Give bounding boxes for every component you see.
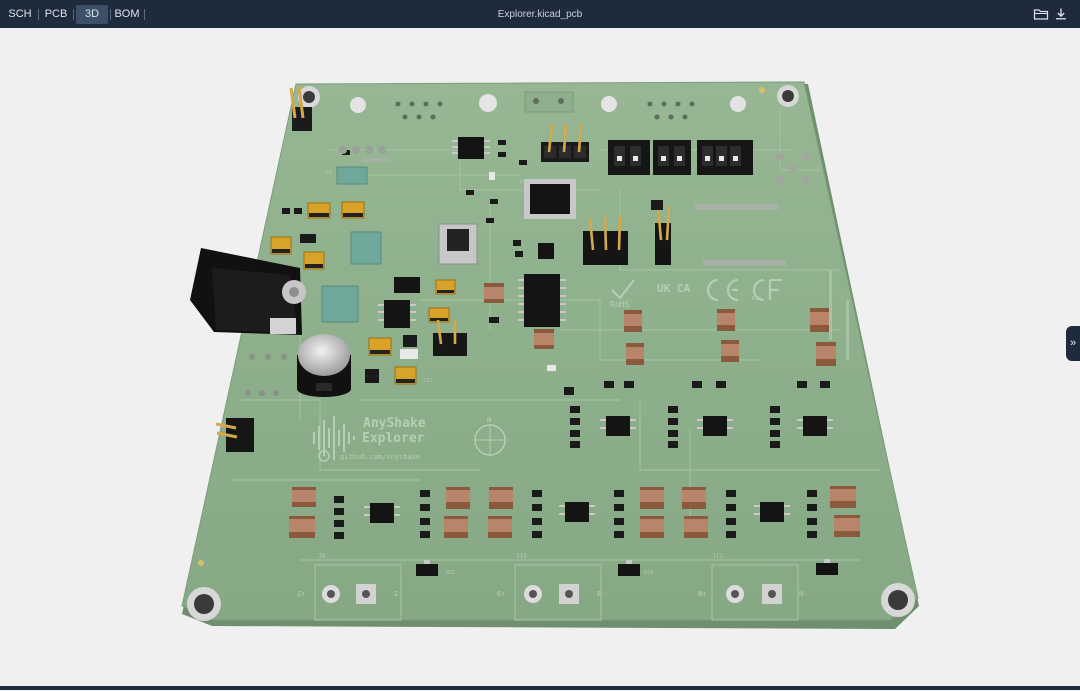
tactile-switch <box>438 223 478 265</box>
logo-line-2: Explorer <box>362 431 425 446</box>
tab-divider <box>38 9 39 20</box>
tab-divider <box>144 9 145 20</box>
tab-sch[interactable]: SCH <box>4 5 36 24</box>
pin-label-z-minus: Z- <box>394 590 402 598</box>
logo-line-1: AnyShake <box>363 416 426 431</box>
cert-ukca: UK CA <box>657 282 690 295</box>
dip-switch <box>608 140 753 175</box>
ref-r83: R83 <box>752 296 761 302</box>
pin-label-e-plus: E+ <box>497 590 505 598</box>
north-label: N <box>487 416 491 424</box>
tab-divider <box>73 9 74 20</box>
pin-label-z-plus: Z+ <box>297 590 305 598</box>
folder-open-icon[interactable] <box>1033 6 1049 22</box>
ref-d22: D22 <box>446 570 455 576</box>
microcontroller-ic <box>524 179 576 219</box>
tab-bom[interactable]: BOM <box>112 5 142 24</box>
download-icon[interactable] <box>1053 6 1069 22</box>
bottom-bar <box>0 686 1080 690</box>
board-url: github.com/anyshake <box>340 453 420 461</box>
pin-label-e-minus: E- <box>597 590 605 598</box>
tab-divider <box>110 9 111 20</box>
tab-3d[interactable]: 3D <box>76 5 108 24</box>
connector-ref-j12: J12 <box>516 553 527 560</box>
pcb-board <box>181 81 919 621</box>
double-chevron-right-icon[interactable]: » <box>1066 326 1080 361</box>
ref-c1: C1 <box>326 170 332 176</box>
connector-ref-j11: J11 <box>712 553 723 560</box>
file-title: Explorer.kicad_pcb <box>497 9 583 20</box>
ref-r30: R30 <box>520 180 529 186</box>
ref-c17: C17 <box>424 378 433 384</box>
3d-viewport[interactable]: RoHS UK CA AnyShake Explorer github.com/… <box>0 28 1080 686</box>
connector-ref-j9: J9 <box>318 553 326 560</box>
pin-label-n-minus: N- <box>799 590 807 598</box>
pin-label-n-plus: N+ <box>698 590 706 598</box>
pcb-3d-render: RoHS UK CA AnyShake Explorer github.com/… <box>181 81 919 629</box>
cert-rohs: RoHS <box>610 300 629 309</box>
top-toolbar: SCH PCB 3D BOM Explorer.kicad_pcb <box>0 0 1080 28</box>
tab-pcb[interactable]: PCB <box>41 5 71 24</box>
ref-d23: D23 <box>644 570 653 576</box>
electrolytic-capacitor <box>297 334 351 397</box>
